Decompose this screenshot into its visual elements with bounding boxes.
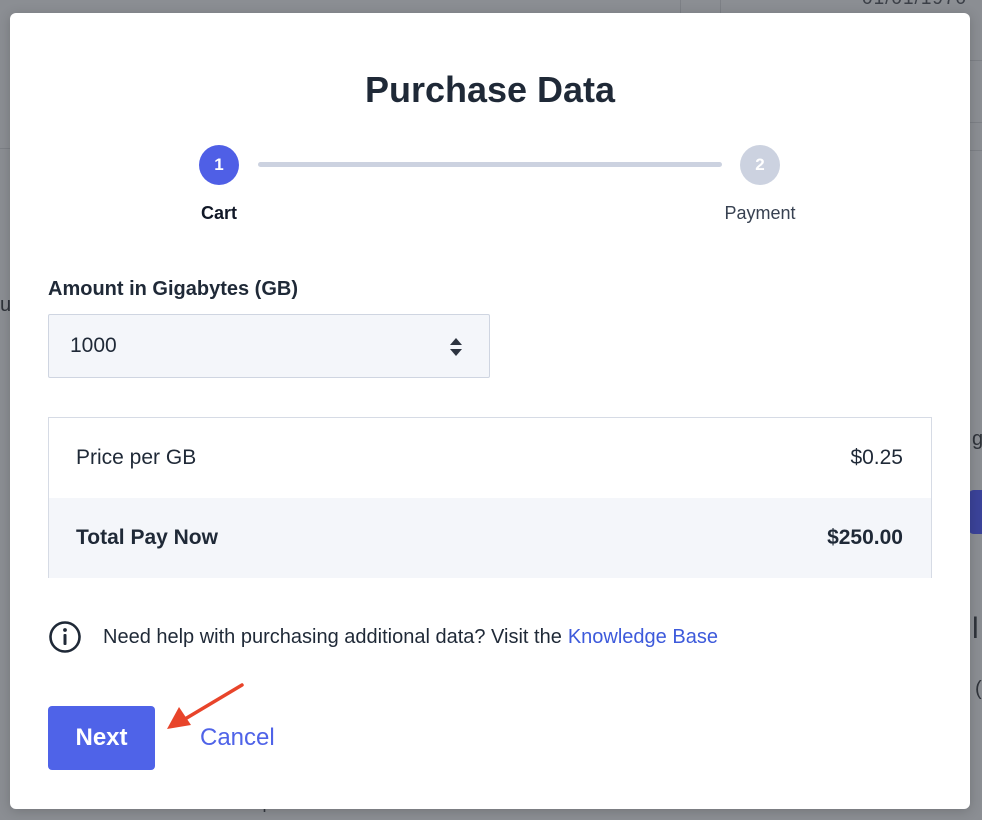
background-divider: [970, 122, 982, 123]
price-per-gb-value: $0.25: [850, 446, 903, 469]
step-2-circle: 2: [740, 145, 780, 185]
info-circle-icon: [49, 621, 81, 653]
background-chart-bar: [968, 490, 982, 534]
total-pay-now-value: $250.00: [827, 526, 903, 549]
amount-input[interactable]: [49, 315, 429, 377]
step-2-label: Payment: [724, 203, 796, 223]
up-down-stepper-icon[interactable]: [446, 336, 466, 358]
step-1-label: Cart: [200, 203, 237, 223]
price-per-gb-row: Price per GB $0.25: [49, 418, 931, 498]
amount-field[interactable]: [48, 314, 490, 378]
price-summary-table: Price per GB $0.25 Total Pay Now $250.00: [48, 417, 932, 578]
total-pay-now-row: Total Pay Now $250.00: [49, 498, 931, 578]
background-text-fragment: l: [972, 612, 979, 645]
background-divider: [970, 60, 982, 61]
purchase-data-modal: Purchase Data 1 2 Cart Payment Amount in…: [10, 13, 970, 809]
help-message: Need help with purchasing additional dat…: [48, 620, 718, 654]
step-1-circle: 1: [199, 145, 239, 185]
background-divider: [970, 150, 982, 151]
background-text-fragment: g: [972, 428, 982, 450]
amount-field-label: Amount in Gigabytes (GB): [48, 278, 298, 300]
modal-title: Purchase Data: [364, 69, 616, 110]
next-button[interactable]: Next: [48, 706, 155, 770]
help-text: Need help with purchasing additional dat…: [103, 625, 562, 648]
background-divider: [0, 148, 10, 149]
total-pay-now-label: Total Pay Now: [76, 526, 218, 549]
background-divider: [720, 0, 721, 13]
price-per-gb-label: Price per GB: [76, 446, 197, 469]
red-arrow-icon: [167, 683, 244, 729]
background-date: 01/01/1970: [862, 0, 967, 10]
background-text-fragment: (: [975, 678, 982, 700]
stepper-progress-line: [258, 162, 722, 167]
background-divider: [680, 0, 681, 13]
knowledge-base-link[interactable]: Knowledge Base: [568, 626, 718, 649]
